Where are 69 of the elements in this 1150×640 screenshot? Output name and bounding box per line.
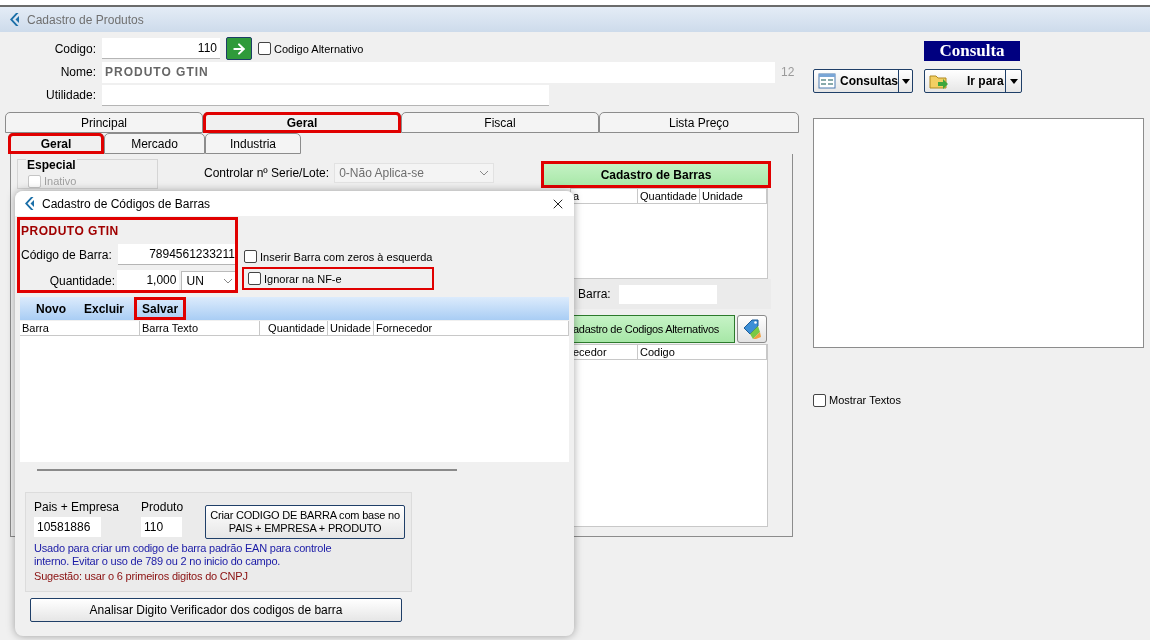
scrollbar[interactable] (37, 468, 457, 471)
checkbox-label: Inativo (44, 175, 77, 187)
app-logo-icon (8, 12, 21, 27)
nome-field[interactable]: PRODUTO GTIN (102, 61, 775, 83)
field-label: Nome: (59, 65, 96, 79)
chevron-down-icon (479, 170, 490, 176)
column-header[interactable]: Quantidade (638, 189, 700, 203)
window-title: Cadastro de Produtos (27, 12, 144, 27)
checkbox[interactable] (258, 42, 271, 55)
unit-select[interactable]: UN (181, 270, 238, 291)
group-title: Especial (26, 158, 77, 172)
toolbar-button[interactable]: Novo (28, 297, 74, 320)
codigo-field[interactable]: 110 (102, 38, 220, 59)
column-header[interactable]: Fornecedor (374, 321, 569, 335)
field-label: Barra: (578, 287, 611, 301)
field-label: Produto (141, 500, 184, 514)
checkbox-option[interactable]: Ignorar na NF-e (244, 269, 433, 288)
caret-icon (901, 78, 910, 84)
window-list-icon (818, 73, 836, 89)
analisar-button[interactable]: Analisar Digito Verificador dos codigos de barra (30, 598, 402, 622)
produto-field[interactable]: 110 (141, 517, 183, 537)
toolbar-button[interactable]: Excluir (76, 297, 133, 320)
checkbox-label: Mostrar Textos (829, 394, 901, 406)
column-header[interactable]: Barra (20, 321, 140, 335)
dialog-title: Cadastro de Códigos de Barras (42, 196, 212, 211)
toolbar-button[interactable]: Salvar (134, 297, 187, 320)
go-button[interactable] (226, 37, 252, 60)
field-label: Quantidade: (48, 273, 116, 288)
criar-codigo-button[interactable]: Criar CODIGO DE BARRA com base no PAIS + EMPRESA + PRODUTO (205, 505, 406, 539)
pais-empresa-field[interactable]: 10581886 (34, 517, 101, 537)
split-button[interactable]: Consultas (813, 69, 913, 93)
column-header[interactable]: Unidade (328, 321, 374, 335)
tab[interactable]: Industria (205, 133, 301, 154)
character-counter: 12 (781, 65, 795, 79)
info-note: Usado para criar um codigo de barra padrão EAN para controle interno. Evitar o uso de 789 ou 2 no inicio do campo. (34, 542, 333, 568)
product-name: PRODUTO GTIN (21, 224, 120, 238)
quantidade-field[interactable]: 1,000 (117, 270, 180, 291)
checkbox[interactable] (244, 250, 257, 263)
column-header[interactable]: Barra Texto (140, 321, 260, 335)
tab[interactable]: Lista Preço (599, 112, 799, 133)
tag-button[interactable] (737, 315, 767, 343)
app-logo-icon (23, 196, 36, 211)
field-label: Código de Barra: (21, 247, 112, 262)
codigo-barra-field[interactable]: 7894561233211 (117, 244, 238, 265)
tab[interactable]: Geral (8, 133, 104, 154)
tab[interactable]: Fiscal (401, 112, 599, 133)
tags-icon (741, 318, 763, 340)
field-label: Pais + Empresa (34, 500, 120, 514)
field-label: Utilidade: (44, 88, 96, 102)
checkbox-label: Ignorar na NF-e (264, 272, 342, 285)
caret-icon (1009, 78, 1018, 84)
utilidade-field[interactable] (102, 84, 549, 106)
cadastro-barras-button[interactable]: Cadastro de Barras (541, 161, 771, 188)
suggestion-note: Sugestão: usar o 6 primeiros digitos do CNPJ (34, 570, 249, 583)
consulta-title: Consulta (924, 41, 1020, 61)
chevron-down-icon (223, 277, 233, 284)
folder-arrow-icon (929, 72, 949, 90)
tab[interactable]: Principal (5, 112, 203, 133)
tab[interactable]: Geral (203, 112, 401, 133)
checkbox[interactable] (813, 393, 826, 407)
split-button[interactable]: Ir para (924, 69, 1022, 93)
column-header[interactable]: Unidade (700, 189, 767, 203)
field-label: Controlar nº Serie/Lote: (204, 166, 330, 180)
tab[interactable]: Mercado (104, 133, 205, 154)
column-header[interactable]: Quantidade (260, 321, 328, 335)
checkbox-label: Codigo Alternativo (274, 42, 364, 55)
checkbox[interactable] (248, 272, 261, 285)
column-header[interactable]: Codigo (638, 345, 767, 359)
field-label: Codigo: (53, 41, 96, 56)
